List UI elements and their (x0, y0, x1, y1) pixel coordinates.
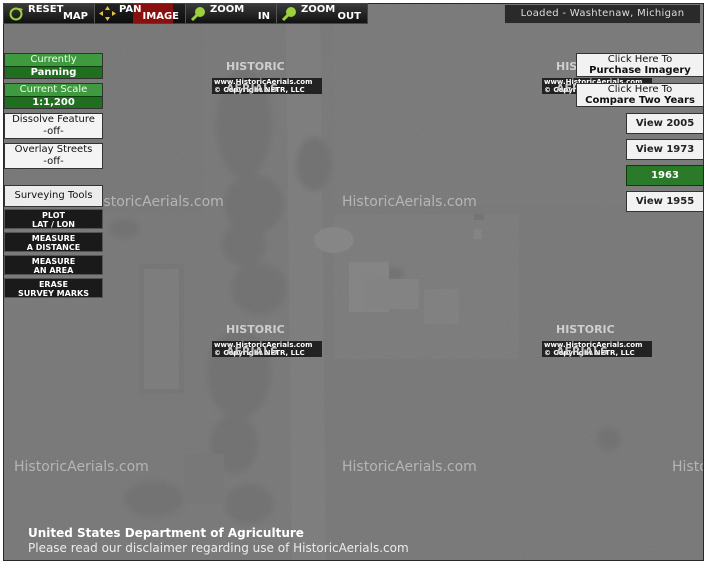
purchase-label-1: Click Here To (607, 54, 673, 65)
location-status: Loaded - Washtenaw, Michigan (504, 4, 701, 24)
plot-lat-lon-button[interactable]: PLOT LAT / LON (4, 209, 103, 229)
pan-label-2: IMAGE (142, 11, 179, 22)
surveying-tools-title: Surveying Tools (4, 185, 103, 207)
current-mode-box: Currently Panning (4, 53, 103, 79)
watermark-stamp: HISTORIC AERIALS www.HistoricAerials.com… (212, 319, 322, 358)
pan-label-1: PAN (119, 4, 142, 15)
purchase-label-2: Purchase Imagery (589, 65, 691, 76)
disclaimer-link[interactable]: Please read our disclaimer regarding use… (28, 541, 409, 555)
scale-value: 1:1,200 (5, 96, 102, 108)
tool-label-1: MEASURE (31, 234, 76, 243)
reset-label-2: MAP (62, 11, 88, 22)
watermark-logo: HISTORIC AERIALS (226, 60, 285, 95)
streets-value: -off- (43, 156, 64, 167)
dissolve-label: Dissolve Feature (12, 114, 95, 125)
tool-label-2: SURVEY MARKS (18, 289, 89, 298)
measure-area-button[interactable]: MEASURE AN AREA (4, 255, 103, 275)
watermark-text: HistoricAerials.com (672, 459, 703, 475)
watermark-stamp: HISTORIC AERIALS www.HistoricAerials.com… (542, 319, 652, 358)
overlay-streets-toggle[interactable]: Overlay Streets -off- (4, 143, 103, 169)
zoom-out-button[interactable]: ZOOM OUT (277, 4, 367, 23)
watermark-logo: HISTORIC AERIALS (226, 323, 285, 358)
tool-label-1: MEASURE (31, 257, 76, 266)
tool-label-1: PLOT (42, 211, 65, 220)
current-scale-box: Current Scale 1:1,200 (4, 83, 103, 109)
usda-credit: United States Department of Agriculture (28, 526, 304, 540)
view-2005-button[interactable]: View 2005 (626, 113, 704, 134)
dissolve-feature-toggle[interactable]: Dissolve Feature -off- (4, 113, 103, 139)
mode-value: Panning (5, 66, 102, 78)
compare-label-1: Click Here To (607, 84, 673, 95)
view-1955-button[interactable]: View 1955 (626, 191, 704, 212)
watermark-stamp: HISTORIC AERIALS www.HistoricAerials.com… (212, 56, 322, 95)
compare-label-2: Compare Two Years (585, 95, 695, 106)
dissolve-value: -off- (43, 126, 64, 137)
erase-survey-marks-button[interactable]: ERASE SURVEY MARKS (4, 278, 103, 298)
tool-label-2: AN AREA (33, 266, 74, 275)
magnifier-minus-icon (281, 7, 296, 21)
watermark-text: HistoricAerials.com (342, 459, 477, 475)
pan-image-button[interactable]: PAN IMAGE (95, 4, 186, 23)
zoom-out-label-1: ZOOM (301, 4, 336, 15)
pan-arrows-icon (99, 6, 116, 21)
reset-map-button[interactable]: RESET MAP (4, 4, 95, 23)
zoom-in-label-2: IN (257, 11, 270, 22)
watermark-logo: HISTORIC AERIALS (556, 323, 615, 358)
zoom-in-button[interactable]: ZOOM IN (186, 4, 277, 23)
watermark-text: HistoricAerials.com (342, 194, 477, 210)
watermark-text: HistoricAerials.com (14, 459, 149, 475)
compare-years-button[interactable]: Click Here To Compare Two Years (576, 83, 704, 107)
mode-label: Currently (5, 54, 102, 66)
reset-label-1: RESET (28, 4, 64, 15)
streets-label: Overlay Streets (14, 144, 93, 155)
tool-label-2: LAT / LON (32, 220, 75, 229)
view-1973-button[interactable]: View 1973 (626, 139, 704, 160)
zoom-out-label-2: OUT (337, 11, 361, 22)
reset-icon (9, 7, 23, 21)
scale-label: Current Scale (5, 84, 102, 96)
view-1963-button[interactable]: 1963 (626, 165, 704, 186)
watermark-text: HistoricAerials.com (89, 194, 224, 210)
tool-label-1: ERASE (38, 280, 69, 289)
purchase-imagery-button[interactable]: Click Here To Purchase Imagery (576, 53, 704, 77)
magnifier-plus-icon (190, 7, 205, 21)
measure-distance-button[interactable]: MEASURE A DISTANCE (4, 232, 103, 252)
tool-label-2: A DISTANCE (26, 243, 81, 252)
zoom-in-label-1: ZOOM (210, 4, 245, 15)
map-toolbar: RESET MAP PAN IMAGE ZOOM IN ZOOM OUT (3, 3, 368, 24)
